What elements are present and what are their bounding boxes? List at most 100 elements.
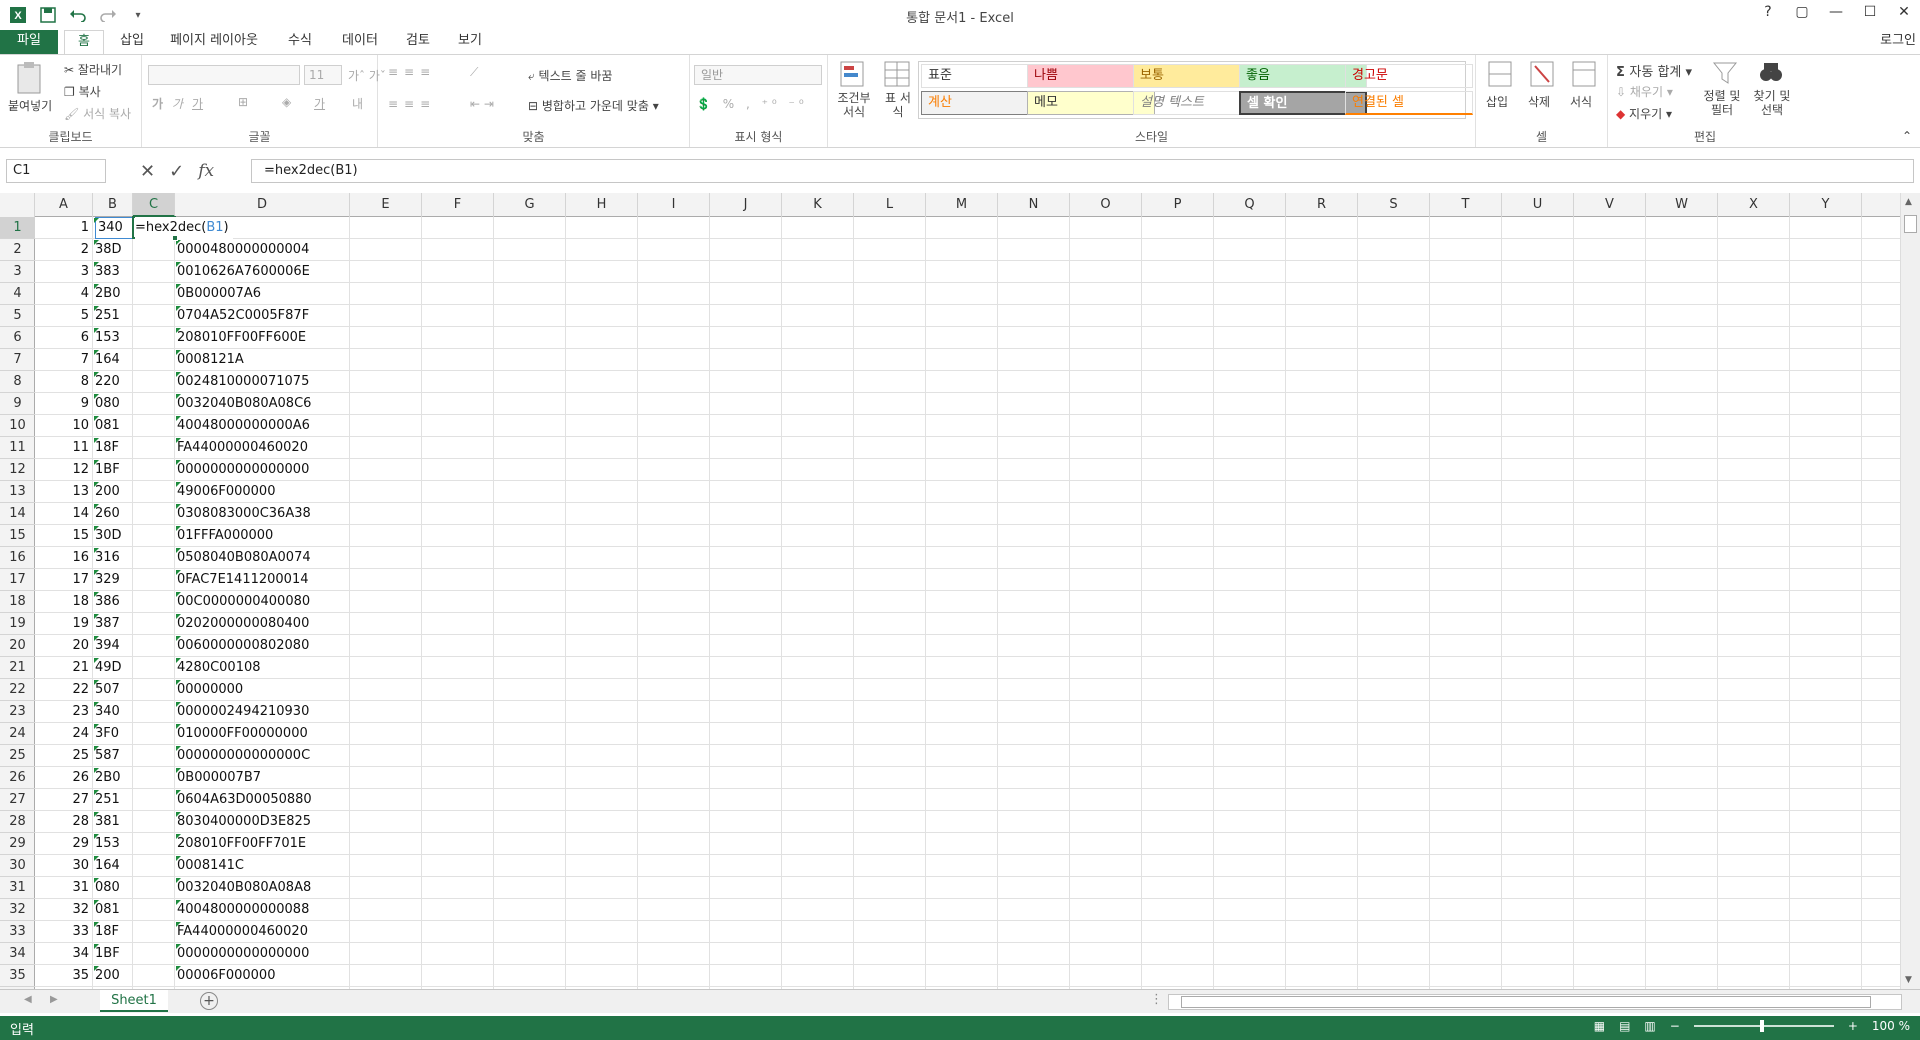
- cell-a[interactable]: 31: [35, 877, 93, 899]
- cell-a[interactable]: 12: [35, 459, 93, 481]
- cell-b[interactable]: 381: [95, 811, 133, 833]
- format-cells-icon[interactable]: [1572, 61, 1596, 91]
- cell-b[interactable]: 383: [95, 261, 133, 283]
- conditional-format-button[interactable]: 조건부 서식: [834, 91, 874, 119]
- row-header[interactable]: 21: [0, 657, 35, 679]
- cell-d[interactable]: 00000000: [177, 679, 243, 701]
- row-header[interactable]: 12: [0, 459, 35, 481]
- zoom-slider[interactable]: [1693, 1020, 1834, 1032]
- cell-b[interactable]: 340: [95, 701, 133, 723]
- column-header-o[interactable]: O: [1070, 193, 1142, 217]
- row-header[interactable]: 5: [0, 305, 35, 327]
- cell-a[interactable]: 24: [35, 723, 93, 745]
- scroll-thumb[interactable]: [1904, 215, 1917, 233]
- row-header[interactable]: 6: [0, 327, 35, 349]
- cell-b[interactable]: 220: [95, 371, 133, 393]
- split-handle-icon[interactable]: ⋮: [1150, 992, 1163, 1007]
- column-header-l[interactable]: L: [854, 193, 926, 217]
- row-header[interactable]: 28: [0, 811, 35, 833]
- cell-d[interactable]: 0010626A7600006E: [177, 261, 310, 283]
- column-header-q[interactable]: Q: [1214, 193, 1286, 217]
- row-header[interactable]: 18: [0, 591, 35, 613]
- column-header-j[interactable]: J: [710, 193, 782, 217]
- cell-b[interactable]: 081: [95, 899, 133, 921]
- column-header-h[interactable]: H: [566, 193, 638, 217]
- zoom-out-icon[interactable]: −: [1670, 1019, 1680, 1033]
- clear-button[interactable]: ◆ 지우기 ▾: [1616, 105, 1672, 122]
- cell-d[interactable]: 208010FF00FF600E: [177, 327, 306, 349]
- insert-function-icon[interactable]: fx: [198, 161, 214, 181]
- column-header-u[interactable]: U: [1502, 193, 1574, 217]
- cell-d[interactable]: 40048000000000A6: [177, 415, 310, 437]
- new-sheet-icon[interactable]: +: [200, 992, 218, 1010]
- cell-d[interactable]: 0000002494210930: [177, 701, 309, 723]
- cell-b[interactable]: 387: [95, 613, 133, 635]
- cell-d[interactable]: 0508040B080A0074: [177, 547, 311, 569]
- autosum-button[interactable]: Σ 자동 합계 ▾: [1616, 61, 1692, 80]
- cell-d[interactable]: 0202000000080400: [177, 613, 309, 635]
- cell-b[interactable]: 340: [95, 217, 133, 239]
- cells-area[interactable]: 1 340 2 38D 0000480000000004 3 383 0010626A7600…: [35, 216, 1900, 989]
- cell-a[interactable]: 17: [35, 569, 93, 591]
- row-header[interactable]: 30: [0, 855, 35, 877]
- sort-filter-icon[interactable]: [1712, 61, 1738, 89]
- cell-b[interactable]: 200: [95, 481, 133, 503]
- enter-icon[interactable]: ✓: [169, 161, 184, 182]
- page-layout-view-icon[interactable]: ▤: [1619, 1019, 1630, 1033]
- cell-a[interactable]: 13: [35, 481, 93, 503]
- indent-icons[interactable]: ⇤ ⇥: [470, 97, 494, 111]
- cell-b[interactable]: 507: [95, 679, 133, 701]
- column-header-g[interactable]: G: [494, 193, 566, 217]
- scroll-down-icon[interactable]: ▼: [1905, 975, 1912, 985]
- style-warning[interactable]: 경고문: [1345, 64, 1473, 88]
- tab-file[interactable]: 파일: [0, 30, 58, 54]
- row-header[interactable]: 10: [0, 415, 35, 437]
- column-header-d[interactable]: D: [175, 193, 350, 217]
- delete-cells-button[interactable]: 삭제: [1528, 93, 1550, 110]
- cell-b[interactable]: 164: [95, 349, 133, 371]
- delete-cells-icon[interactable]: [1530, 61, 1554, 91]
- row-header[interactable]: 1: [0, 217, 35, 239]
- tab-home[interactable]: 홈: [64, 30, 104, 54]
- vertical-align-icons[interactable]: ≡≡≡: [388, 65, 436, 79]
- column-header-i[interactable]: I: [638, 193, 710, 217]
- horizontal-scrollbar[interactable]: [1168, 994, 1902, 1010]
- column-header-p[interactable]: P: [1142, 193, 1214, 217]
- row-header[interactable]: 4: [0, 283, 35, 305]
- column-header-s[interactable]: S: [1358, 193, 1430, 217]
- cell-b[interactable]: 30D: [95, 525, 133, 547]
- cell-a[interactable]: 16: [35, 547, 93, 569]
- sheet-tab-sheet1[interactable]: Sheet1: [100, 990, 168, 1012]
- copy-button[interactable]: ❐ 복사: [64, 83, 101, 100]
- hscroll-thumb[interactable]: [1181, 996, 1871, 1008]
- row-header[interactable]: 14: [0, 503, 35, 525]
- cell-d[interactable]: 208010FF00FF701E: [177, 833, 306, 855]
- cell-a[interactable]: 34: [35, 943, 93, 965]
- column-header-m[interactable]: M: [926, 193, 998, 217]
- cell-b[interactable]: 38D: [95, 239, 133, 261]
- cell-a[interactable]: 4: [35, 283, 93, 305]
- cell-a[interactable]: 2: [35, 239, 93, 261]
- horizontal-align-icons[interactable]: ≡≡≡: [388, 97, 436, 111]
- table-format-button[interactable]: 표 서식: [884, 91, 912, 119]
- maximize-icon[interactable]: ☐: [1860, 4, 1880, 20]
- zoom-level[interactable]: 100 %: [1872, 1019, 1910, 1033]
- cell-b[interactable]: 18F: [95, 921, 133, 943]
- row-header[interactable]: 24: [0, 723, 35, 745]
- column-header-v[interactable]: V: [1574, 193, 1646, 217]
- column-header-b[interactable]: B: [93, 193, 133, 217]
- cell-d[interactable]: 0B000007B7: [177, 767, 261, 789]
- cell-b[interactable]: 386: [95, 591, 133, 613]
- cell-d[interactable]: 0008141C: [177, 855, 244, 877]
- cell-a[interactable]: 33: [35, 921, 93, 943]
- style-linked-cell[interactable]: 연결된 셀: [1345, 91, 1473, 115]
- insert-cells-icon[interactable]: [1488, 61, 1512, 91]
- orientation-icon[interactable]: ⟋: [470, 65, 478, 80]
- row-header[interactable]: 27: [0, 789, 35, 811]
- cancel-icon[interactable]: ✕: [140, 161, 155, 182]
- cell-d[interactable]: 49006F000000: [177, 481, 275, 503]
- row-header[interactable]: 35: [0, 965, 35, 987]
- cell-a[interactable]: 5: [35, 305, 93, 327]
- underline-icon[interactable]: 가: [192, 95, 203, 112]
- column-header-c[interactable]: C: [133, 193, 175, 217]
